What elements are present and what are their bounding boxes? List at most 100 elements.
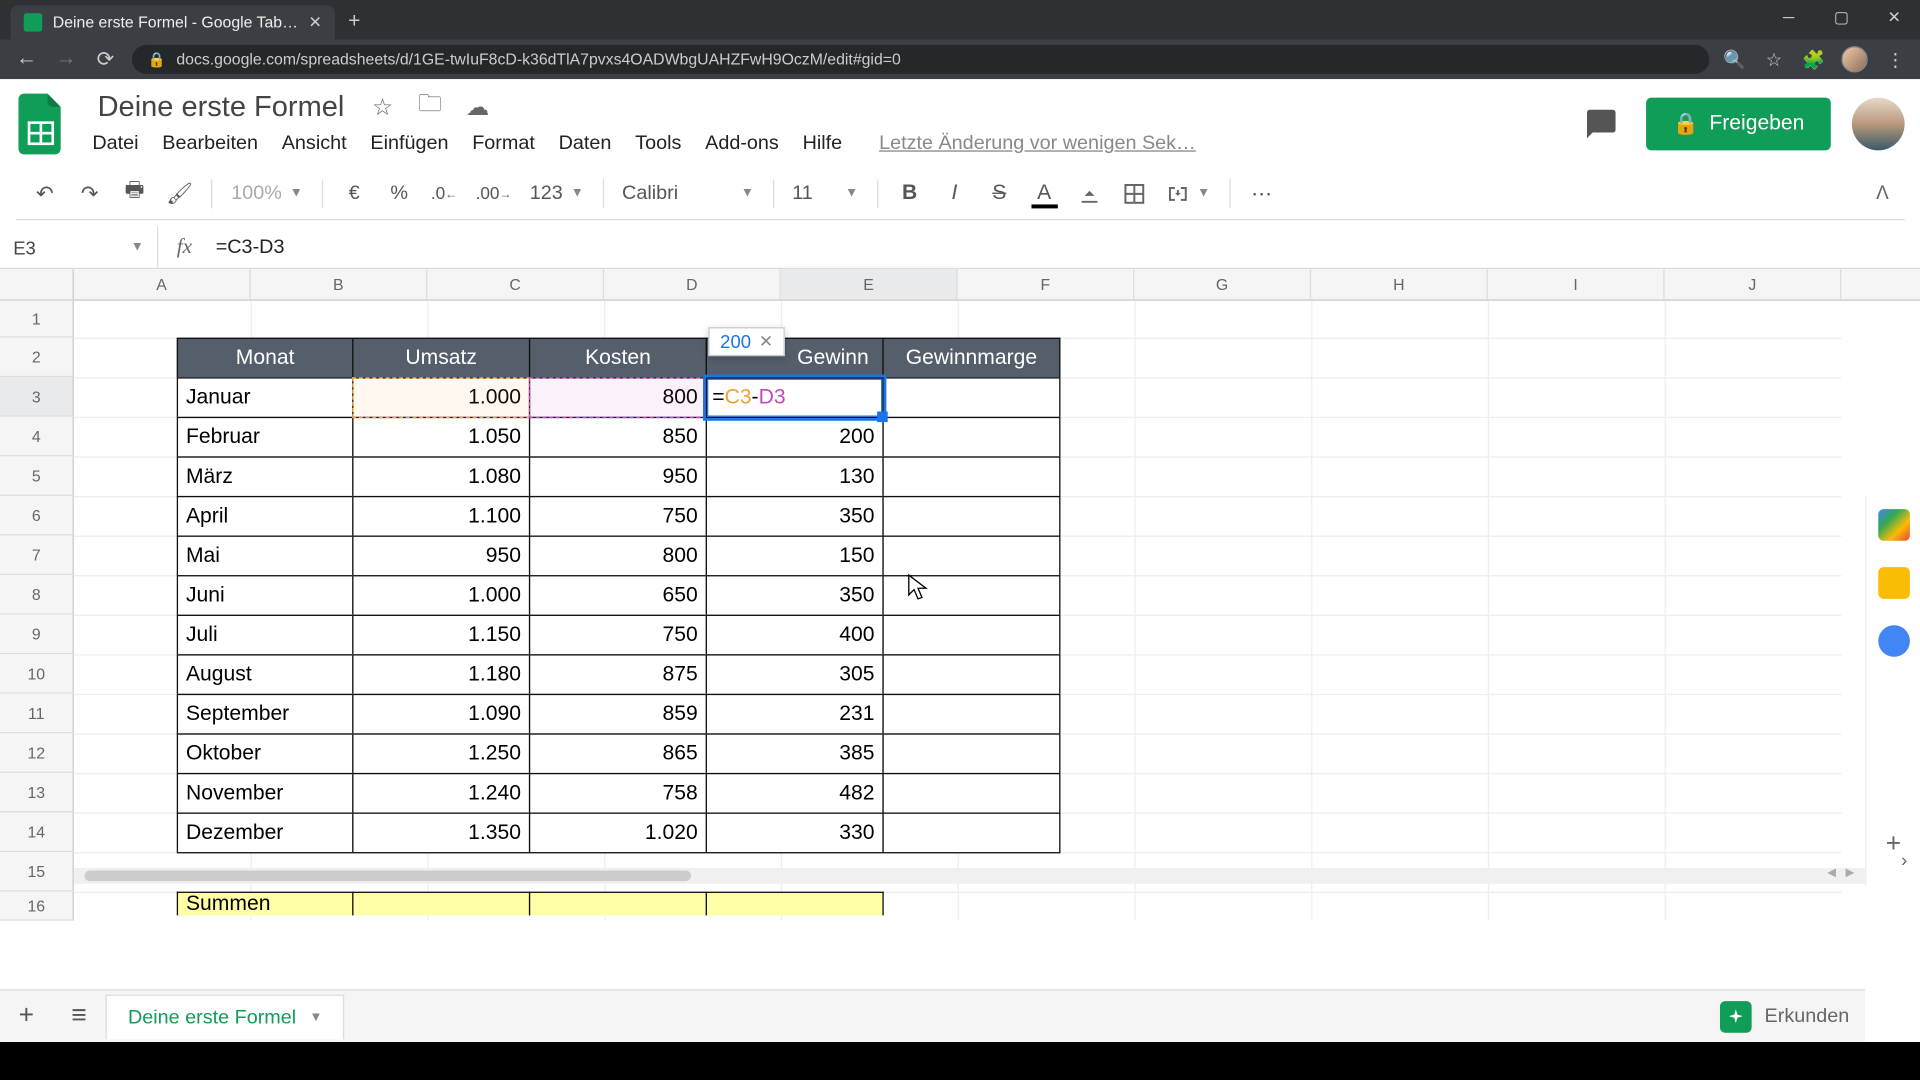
text-color-button[interactable]: A — [1031, 181, 1057, 205]
cell-monat[interactable]: April — [177, 496, 354, 537]
cell-marge[interactable] — [882, 456, 1060, 497]
menu-file[interactable]: Datei — [92, 132, 138, 154]
cell-kosten[interactable]: 875 — [529, 654, 707, 695]
cell-marge[interactable] — [882, 536, 1060, 577]
collapse-toolbar-icon[interactable]: ᐱ — [1876, 182, 1889, 204]
cell-marge[interactable] — [882, 733, 1060, 774]
cell-marge[interactable] — [882, 694, 1060, 735]
row-header-8[interactable]: 8 — [0, 575, 74, 615]
header-kosten[interactable]: Kosten — [529, 338, 707, 379]
tab-close-icon[interactable]: ✕ — [308, 13, 321, 31]
google-profile-avatar[interactable] — [1852, 97, 1905, 150]
row-header-14[interactable]: 14 — [0, 813, 74, 853]
select-all-corner[interactable] — [0, 269, 74, 299]
url-bar[interactable]: 🔒 docs.google.com/spreadsheets/d/1GE-twI… — [132, 45, 1710, 74]
cell-umsatz[interactable]: 1.100 — [352, 496, 530, 537]
summen-gewinn[interactable] — [706, 892, 884, 916]
cell-gewinn[interactable]: 305 — [706, 654, 884, 695]
cell-marge[interactable] — [882, 773, 1060, 814]
cell-gewinn[interactable]: 200 — [706, 417, 884, 458]
header-gewinnmarge[interactable]: Gewinnmarge — [882, 338, 1060, 379]
row-header-1[interactable]: 1 — [0, 301, 74, 338]
cell-kosten[interactable]: 859 — [529, 694, 707, 735]
italic-button[interactable]: I — [941, 181, 967, 205]
col-header-G[interactable]: G — [1134, 269, 1311, 299]
row-header-9[interactable]: 9 — [0, 615, 74, 655]
summen-label[interactable]: Summen — [177, 892, 354, 916]
all-sheets-button[interactable]: ≡ — [53, 1001, 106, 1031]
window-maximize-button[interactable]: ▢ — [1815, 0, 1868, 34]
cell-marge[interactable] — [882, 377, 1060, 418]
col-header-A[interactable]: A — [74, 269, 251, 299]
cell-umsatz[interactable]: 1.180 — [352, 654, 530, 695]
window-close-button[interactable]: ✕ — [1868, 0, 1920, 34]
menu-format[interactable]: Format — [472, 132, 535, 154]
explore-button[interactable]: Erkunden — [1720, 1000, 1850, 1032]
cell-marge[interactable] — [882, 615, 1060, 656]
menu-edit[interactable]: Bearbeiten — [162, 132, 258, 154]
col-header-C[interactable]: C — [427, 269, 604, 299]
cell-monat[interactable]: November — [177, 773, 354, 814]
cell-gewinn[interactable]: 150 — [706, 536, 884, 577]
decrease-decimal-button[interactable]: .0← — [431, 183, 457, 203]
row-header-12[interactable]: 12 — [0, 733, 74, 773]
horizontal-scrollbar[interactable] — [74, 868, 1920, 884]
comments-button[interactable] — [1578, 100, 1625, 147]
menu-insert[interactable]: Einfügen — [370, 132, 448, 154]
cell-monat[interactable]: Juli — [177, 615, 354, 656]
browser-forward-button[interactable]: → — [53, 47, 79, 71]
sheet-tab-menu-icon[interactable]: ▼ — [309, 1010, 322, 1025]
cell-kosten[interactable]: 950 — [529, 456, 707, 497]
font-dropdown[interactable]: Calibri▼ — [622, 182, 754, 204]
cell-E3-editing[interactable]: =C3-D3 — [706, 377, 884, 418]
cell-gewinn[interactable]: 385 — [706, 733, 884, 774]
cell-marge[interactable] — [882, 813, 1060, 854]
cell-kosten[interactable]: 865 — [529, 733, 707, 774]
cell-gewinn[interactable]: 482 — [706, 773, 884, 814]
side-panel-toggle-icon[interactable]: › — [1901, 849, 1907, 870]
cell-umsatz[interactable]: 1.080 — [352, 456, 530, 497]
menu-help[interactable]: Hilfe — [803, 132, 843, 154]
zoom-dropdown[interactable]: 100%▼ — [231, 182, 303, 204]
cloud-status-icon[interactable]: ☁ — [463, 93, 492, 121]
cell-marge[interactable] — [882, 417, 1060, 458]
increase-decimal-button[interactable]: .00→ — [476, 183, 512, 203]
cell-monat[interactable]: Juni — [177, 575, 354, 616]
cell-umsatz[interactable]: 1.350 — [352, 813, 530, 854]
extensions-icon[interactable]: 🧩 — [1802, 47, 1826, 71]
browser-back-button[interactable]: ← — [13, 47, 39, 71]
bold-button[interactable]: B — [896, 181, 922, 205]
window-minimize-button[interactable]: ─ — [1762, 0, 1815, 34]
fill-color-button[interactable] — [1076, 181, 1102, 205]
calendar-icon[interactable] — [1878, 509, 1910, 541]
move-icon[interactable]: 🗀 — [416, 87, 445, 127]
row-header-11[interactable]: 11 — [0, 694, 74, 734]
col-header-E[interactable]: E — [781, 269, 958, 299]
last-edit-text[interactable]: Letzte Änderung vor wenigen Sek… — [879, 132, 1196, 154]
fontsize-dropdown[interactable]: 11▼ — [792, 182, 858, 204]
addons-plus-icon[interactable]: + — [1886, 830, 1901, 860]
add-sheet-button[interactable]: + — [0, 1001, 53, 1031]
tasks-icon[interactable] — [1878, 625, 1910, 657]
row-header-10[interactable]: 10 — [0, 654, 74, 694]
bookmark-icon[interactable]: ☆ — [1762, 47, 1786, 71]
new-tab-button[interactable]: + — [335, 5, 374, 39]
cell-monat[interactable]: Februar — [177, 417, 354, 458]
header-umsatz[interactable]: Umsatz — [352, 338, 530, 379]
cell-kosten[interactable]: 758 — [529, 773, 707, 814]
chrome-profile-avatar[interactable] — [1841, 46, 1867, 72]
paint-format-button[interactable]: 🖌 — [166, 180, 193, 206]
cell-marge[interactable] — [882, 496, 1060, 537]
sheets-logo-icon[interactable] — [16, 88, 74, 159]
more-toolbar-button[interactable]: ⋯ — [1248, 180, 1274, 206]
strikethrough-button[interactable]: S — [986, 181, 1012, 205]
cell-kosten[interactable]: 850 — [529, 417, 707, 458]
cell-monat[interactable]: Mai — [177, 536, 354, 577]
chrome-menu-icon[interactable]: ⋮ — [1884, 47, 1908, 71]
menu-view[interactable]: Ansicht — [282, 132, 347, 154]
cell-gewinn[interactable]: 350 — [706, 496, 884, 537]
sheet-tab-active[interactable]: Deine erste Formel ▼ — [106, 994, 345, 1039]
col-header-F[interactable]: F — [958, 269, 1135, 299]
cell-monat[interactable]: September — [177, 694, 354, 735]
cell-gewinn[interactable]: 400 — [706, 615, 884, 656]
